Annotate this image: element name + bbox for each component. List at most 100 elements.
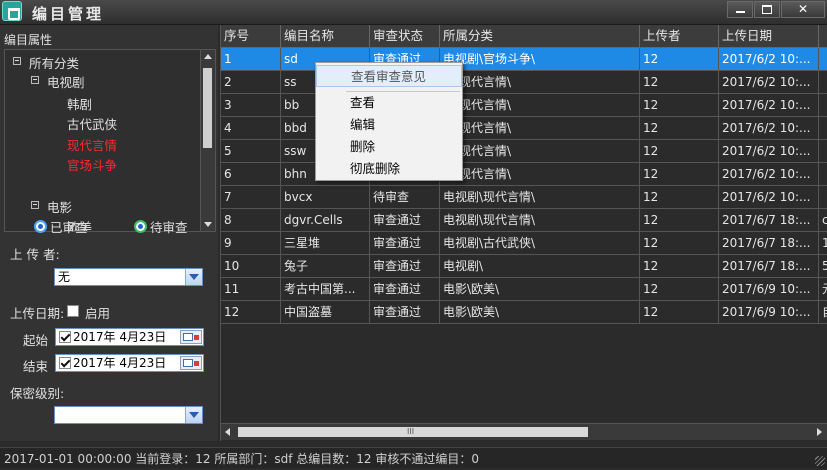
collapse-icon[interactable] — [13, 57, 21, 65]
security-level-select[interactable] — [54, 406, 203, 424]
table-hscrollbar[interactable]: III — [221, 423, 827, 440]
cell-date: 2017/6/2 10:... — [719, 117, 819, 139]
end-date-checkbox[interactable] — [59, 357, 71, 369]
tree-item-movie[interactable]: 电影 — [47, 197, 72, 216]
tree-item-tv[interactable]: 电视剧 — [47, 72, 85, 91]
cell-uploader: 12 — [640, 209, 719, 231]
cell-uploader: 12 — [640, 301, 719, 323]
tree-scrollbar[interactable] — [200, 50, 215, 231]
cell-extra — [819, 140, 827, 162]
radio-pending[interactable]: 待审查 — [134, 217, 188, 235]
cell-category: 电影\欧美\ — [440, 301, 640, 323]
enable-date-label: 启用 — [85, 306, 111, 321]
cell-name: 三星堆 — [281, 232, 370, 254]
table-row[interactable]: 4 bbd 剧\现代言情\ 12 2017/6/2 10:... — [221, 117, 827, 140]
table-row[interactable]: 6 bhn 剧\现代言情\ 12 2017/6/2 10:... — [221, 163, 827, 186]
dropdown-arrow-icon[interactable] — [185, 407, 202, 423]
context-menu: 查看审查意见 查看 编辑 删除 彻底删除 — [315, 62, 463, 181]
cell-status: 审查通过 — [370, 232, 440, 254]
cell-category: 电视剧\官场斗争\ — [440, 48, 640, 70]
maximize-icon — [762, 5, 772, 14]
scroll-down-icon[interactable] — [204, 222, 212, 227]
radio-reviewed[interactable]: 已审查 — [34, 217, 88, 235]
cell-extra — [819, 186, 827, 208]
scroll-thumb[interactable] — [203, 68, 212, 148]
menu-view-review-comments[interactable]: 查看审查意见 — [316, 65, 462, 87]
scroll-up-icon[interactable] — [204, 54, 212, 59]
col-header-name[interactable]: 编目名称 — [281, 25, 370, 47]
uploader-select[interactable]: 无 — [54, 268, 203, 286]
col-header-date[interactable]: 上传日期 — [719, 25, 819, 47]
table-row[interactable]: 10兔子审查通过电视剧\122017/6/7 18:...5 — [221, 255, 827, 278]
table-row[interactable]: 12中国盗墓审查通过电影\欧美\122017/6/9 10:...自 — [221, 301, 827, 324]
cell-index: 1 — [221, 48, 281, 70]
table-row[interactable]: 2 ss 剧\现代言情\ 12 2017/6/2 10:... — [221, 71, 827, 94]
cell-index: 12 — [221, 301, 281, 323]
uploader-label: 上 传 者: — [10, 247, 60, 262]
menu-edit[interactable]: 编辑 — [316, 114, 462, 136]
close-button[interactable]: ✕ — [781, 1, 825, 18]
calendar-icon[interactable] — [180, 356, 202, 370]
dropdown-arrow-icon[interactable] — [185, 269, 202, 285]
start-date-checkbox[interactable] — [59, 331, 71, 343]
radio-pending-icon[interactable] — [134, 219, 147, 233]
cell-name: dgvr.Cells — [281, 209, 370, 231]
col-header-status[interactable]: 审查状态 — [370, 25, 440, 47]
tree-item-korean[interactable]: 韩剧 — [67, 94, 92, 113]
cell-extra — [819, 48, 827, 70]
category-tree[interactable]: 所有分类 电视剧 韩剧 古代武侠 现代言情 官场斗争 电影 欧美 — [4, 49, 216, 232]
cell-index: 11 — [221, 278, 281, 300]
tree-item-wuxia[interactable]: 古代武侠 — [67, 114, 117, 133]
cell-extra — [819, 71, 827, 93]
cell-extra: 5 — [819, 255, 827, 277]
minimize-icon — [735, 11, 745, 13]
end-date-value: 2017年 4月23日 — [73, 356, 167, 370]
cell-status: 审查通过 — [370, 255, 440, 277]
table-row[interactable]: 1 sd 审查通过 电视剧\官场斗争\ 12 2017/6/2 10:... — [221, 48, 827, 71]
col-header-index[interactable]: 序号 — [221, 25, 281, 47]
cell-uploader: 12 — [640, 232, 719, 254]
cell-date: 2017/6/2 10:... — [719, 186, 819, 208]
col-header-category[interactable]: 所属分类 — [440, 25, 640, 47]
table-row[interactable]: 3 bb 剧\现代言情\ 12 2017/6/2 10:... — [221, 94, 827, 117]
table-row[interactable]: 9三星堆审查通过电视剧\古代武侠\122017/6/7 18:...1 — [221, 232, 827, 255]
table-row[interactable]: 5 ssw 剧\现代言情\ 12 2017/6/2 10:... — [221, 140, 827, 163]
cell-name: bvcx — [281, 186, 370, 208]
calendar-icon[interactable] — [180, 330, 202, 344]
resize-grip-icon[interactable] — [815, 456, 825, 466]
menu-view[interactable]: 查看 — [316, 92, 462, 114]
cell-category: 剧\现代言情\ — [440, 163, 640, 185]
table-row[interactable]: 7 bvcx 待审查 电视剧\现代言情\ 12 2017/6/2 10:... — [221, 186, 827, 209]
cell-index: 3 — [221, 94, 281, 116]
cell-index: 4 — [221, 117, 281, 139]
cell-status: 审查通过 — [370, 301, 440, 323]
start-date-picker[interactable]: 2017年 4月23日 — [55, 328, 204, 346]
cell-category: 剧\现代言情\ — [440, 117, 640, 139]
minimize-button[interactable] — [727, 1, 753, 18]
scroll-left-icon[interactable] — [225, 428, 230, 436]
close-icon: ✕ — [797, 2, 809, 16]
table-row[interactable]: 8 dgvr.Cells 审查通过 电视剧\现代言情\ 12 2017/6/7 18:..… — [221, 209, 827, 232]
col-header-uploader[interactable]: 上传者 — [640, 25, 719, 47]
radio-reviewed-icon[interactable] — [34, 219, 47, 233]
cell-date: 2017/6/7 18:... — [719, 255, 819, 277]
tree-item-all[interactable]: 所有分类 — [29, 53, 79, 72]
enable-date-checkbox[interactable] — [67, 305, 79, 317]
cell-date: 2017/6/2 10:... — [719, 140, 819, 162]
security-level-label: 保密级别: — [10, 386, 65, 401]
table-row[interactable]: 11考古中国第...审查通过电影\欧美\122017/6/9 10:...元 — [221, 278, 827, 301]
menu-permanent-delete[interactable]: 彻底删除 — [316, 158, 462, 180]
tree-item-romance[interactable]: 现代言情 — [67, 135, 117, 154]
collapse-icon[interactable] — [31, 76, 39, 84]
cell-uploader: 12 — [640, 278, 719, 300]
scroll-right-icon[interactable] — [817, 428, 822, 436]
end-date-picker[interactable]: 2017年 4月23日 — [55, 354, 204, 372]
tree-item-officialdom[interactable]: 官场斗争 — [67, 155, 117, 174]
collapse-icon[interactable] — [31, 201, 39, 209]
radio-pending-label: 待审查 — [150, 219, 188, 235]
catalog-table[interactable]: 序号 编目名称 审查状态 所属分类 上传者 上传日期 1 sd 审查通过 电视剧\官场… — [220, 25, 827, 441]
menu-delete[interactable]: 删除 — [316, 136, 462, 158]
col-header-extra[interactable] — [819, 25, 827, 47]
maximize-button[interactable] — [754, 1, 780, 18]
window-title: 编目管理 — [32, 5, 105, 23]
